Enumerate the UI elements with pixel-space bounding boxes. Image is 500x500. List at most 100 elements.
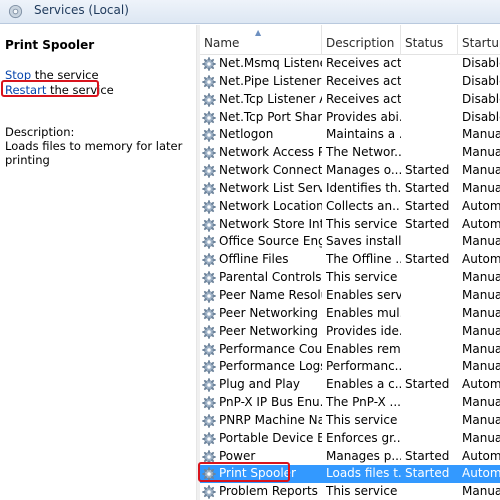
service-description-cell: Enables a c... xyxy=(326,377,401,392)
service-description-cell: The PnP-X ... xyxy=(326,395,401,410)
service-gear-icon xyxy=(202,342,216,357)
service-name-cell: Performance Cou... xyxy=(219,341,322,356)
service-description-cell: Provides abi... xyxy=(326,109,401,124)
table-row[interactable]: Net.Msmq Listene... Receives act... Disabl… xyxy=(200,55,500,73)
service-description-cell: The Networ... xyxy=(326,145,401,160)
services-gear-icon xyxy=(8,4,23,19)
service-name-cell: Network Store Int... xyxy=(219,216,322,231)
column-header-startup[interactable]: Startup xyxy=(458,25,500,55)
table-row[interactable]: Parental Controls This service ... Manua xyxy=(200,269,500,287)
service-gear-icon xyxy=(202,128,216,143)
service-startup-cell: Autom xyxy=(462,252,500,267)
service-status-cell: Started xyxy=(405,216,450,231)
service-gear-icon xyxy=(202,110,216,125)
title-bar: Services (Local) xyxy=(0,0,500,24)
service-startup-cell: Manua xyxy=(462,395,500,410)
table-row[interactable]: Problem Reports a... This service ... Manu… xyxy=(200,483,500,500)
service-startup-cell: Manua xyxy=(462,127,500,142)
column-startup-label: Startup xyxy=(462,36,500,50)
service-startup-cell: Autom xyxy=(462,377,500,392)
column-status-label: Status xyxy=(405,36,444,50)
service-startup-cell: Manua xyxy=(462,270,500,285)
table-row[interactable]: PNRP Machine Na... This service ... Manua xyxy=(200,412,500,430)
table-row[interactable]: Office Source Engi... Saves install... Man… xyxy=(200,233,500,251)
service-name-cell: Network Access P... xyxy=(219,145,322,160)
service-description-cell: Enables serv... xyxy=(326,287,401,302)
table-row[interactable]: Peer Name Resolu... Enables serv... Manua xyxy=(200,287,500,305)
service-description-cell: Collects an... xyxy=(326,198,401,213)
service-gear-icon xyxy=(202,199,216,214)
service-gear-icon xyxy=(202,182,216,196)
service-name-cell: PnP-X IP Bus Enu... xyxy=(219,395,322,410)
service-startup-cell: Manua xyxy=(462,341,500,356)
table-row[interactable]: Network Access P... The Networ... Manua xyxy=(200,144,500,162)
service-name-cell: Network List Service xyxy=(219,180,322,195)
service-name-cell: Net.Pipe Listener ... xyxy=(219,73,322,88)
service-status-cell: Started xyxy=(405,180,450,195)
window-title: Services (Local) xyxy=(34,3,129,17)
service-name-cell: Problem Reports a... xyxy=(219,484,322,499)
table-row[interactable]: Offline Files The Offline ... Started Autom xyxy=(200,251,500,269)
service-description-cell: Performanc... xyxy=(326,359,401,374)
description-label: Description: xyxy=(5,125,75,139)
service-name-cell: Net.Msmq Listene... xyxy=(219,56,322,70)
selected-service-name: Print Spooler xyxy=(5,38,95,52)
service-name-cell: Plug and Play xyxy=(219,377,301,392)
service-description-cell: This service ... xyxy=(326,216,401,231)
service-description-cell: Receives act... xyxy=(326,91,401,106)
service-status-cell: Started xyxy=(405,377,450,392)
service-name-cell: Offline Files xyxy=(219,252,289,267)
column-header-status[interactable]: Status xyxy=(401,25,458,55)
service-name-cell: Netlogon xyxy=(219,127,274,142)
column-description-label: Description xyxy=(326,36,395,50)
service-startup-cell: Manua xyxy=(462,305,500,320)
column-header-name[interactable]: ▲ Name xyxy=(200,25,322,55)
service-gear-icon xyxy=(202,146,216,161)
service-description-cell: The Offline ... xyxy=(326,252,401,267)
service-gear-icon xyxy=(202,414,216,428)
service-name-cell: Peer Networking ... xyxy=(219,305,322,320)
service-name-cell: Power xyxy=(219,448,256,463)
service-gear-icon xyxy=(202,235,216,250)
service-startup-cell: Disable xyxy=(462,73,500,88)
table-row[interactable]: Performance Cou... Enables rem... Manua xyxy=(200,341,500,359)
service-name-cell: Network Connecti... xyxy=(219,163,322,178)
table-row[interactable]: Portable Device E... Enforces gr... Manua xyxy=(200,430,500,448)
table-header: ▲ Name Description Status Startup xyxy=(200,25,500,55)
table-row[interactable]: Net.Tcp Port Shari... Provides abi... Disa… xyxy=(200,109,500,127)
table-row[interactable]: Peer Networking ... Enables mul... Manua xyxy=(200,305,500,323)
service-gear-icon xyxy=(202,217,216,232)
table-row[interactable]: Peer Networking I... Provides ide... Manua xyxy=(200,323,500,341)
table-row[interactable]: Netlogon Maintains a ... Manua xyxy=(200,126,500,144)
service-description-cell: This service ... xyxy=(326,484,401,499)
service-description-cell: Loads files t... xyxy=(326,466,401,481)
service-name-cell: Net.Tcp Listener A... xyxy=(219,91,322,106)
service-startup-cell: Disable xyxy=(462,56,500,70)
service-startup-cell: Disable xyxy=(462,91,500,106)
table-row[interactable]: Network Location ... Collects an... Starte… xyxy=(200,198,500,216)
service-gear-icon xyxy=(202,306,216,321)
column-header-description[interactable]: Description xyxy=(322,25,401,55)
table-row[interactable]: Network Store Int... This service ... Star… xyxy=(200,216,500,234)
service-description-cell: Enables rem... xyxy=(326,341,401,356)
service-status-cell: Started xyxy=(405,198,450,213)
table-row[interactable]: Net.Tcp Listener A... Receives act... Disa… xyxy=(200,91,500,109)
service-startup-cell: Autom xyxy=(462,198,500,213)
table-row[interactable]: Network List Service Identifies th... Star… xyxy=(200,180,500,198)
service-status-cell: Started xyxy=(405,466,450,481)
service-gear-icon xyxy=(202,164,216,178)
service-startup-cell: Manua xyxy=(462,287,500,302)
service-description-cell: This service ... xyxy=(326,270,401,285)
service-gear-icon xyxy=(202,431,216,446)
table-row[interactable]: PnP-X IP Bus Enu... The PnP-X ... Manua xyxy=(200,394,500,412)
table-row[interactable]: Network Connecti... Manages o... Started Ma… xyxy=(200,162,500,180)
service-description-cell: Receives act... xyxy=(326,73,401,88)
table-row[interactable]: Performance Logs... Performanc... Manua xyxy=(200,358,500,376)
service-description-cell: Provides ide... xyxy=(326,323,401,338)
table-row[interactable]: Net.Pipe Listener ... Receives act... Disa… xyxy=(200,73,500,91)
service-description-cell: Maintains a ... xyxy=(326,127,401,142)
service-startup-cell: Manua xyxy=(462,412,500,427)
print-spooler-highlight-box xyxy=(198,462,290,482)
table-body: Net.Msmq Listene... Receives act... Disabl… xyxy=(200,55,500,500)
table-row[interactable]: Plug and Play Enables a c... Started Autom xyxy=(200,376,500,394)
